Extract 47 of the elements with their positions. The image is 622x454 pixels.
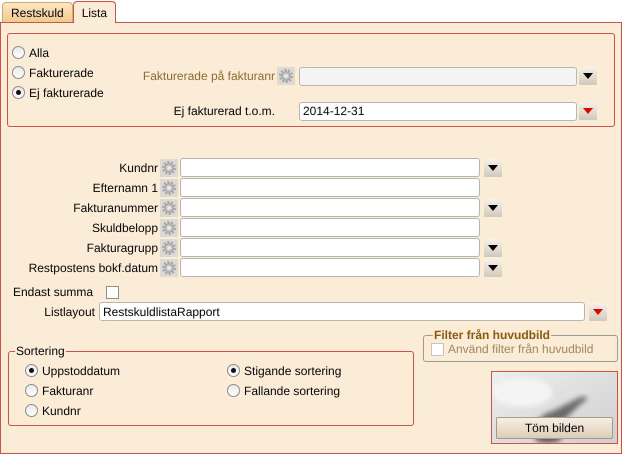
group-title: Filter från huvudbild (433, 328, 551, 342)
input-field[interactable]: RestskuldlistaRapport (99, 302, 585, 321)
radio-button[interactable]: Fakturerade (12, 64, 137, 81)
gear-icon[interactable] (160, 158, 178, 176)
clear-image-button[interactable]: Töm bilden (496, 417, 613, 439)
input-field[interactable]: 2014-12-31 (299, 102, 577, 120)
field-label: Fakturanummer (72, 200, 158, 214)
radio-button[interactable]: Kundnr (25, 402, 211, 419)
gear-icon[interactable] (160, 258, 178, 276)
gear-icon[interactable] (160, 238, 178, 256)
tab[interactable]: Restskuld (2, 2, 73, 22)
caret-icon (488, 204, 498, 210)
radio-button[interactable]: Fakturanr (25, 382, 211, 399)
input-field[interactable] (180, 158, 480, 177)
input-field[interactable] (180, 258, 480, 277)
input-field[interactable] (180, 238, 480, 257)
group-title: Sortering (15, 344, 66, 358)
dropdown-button[interactable] (484, 158, 502, 176)
checkbox[interactable] (106, 286, 120, 298)
dropdown-button[interactable] (484, 238, 502, 256)
radio-button[interactable]: Stigande sortering (227, 362, 413, 379)
gear-icon[interactable] (160, 198, 178, 216)
radio-button[interactable]: Ej fakturerade (12, 84, 137, 101)
field-label: Skuldbelopp (90, 220, 158, 234)
radio-button[interactable]: Uppstoddatum (25, 362, 211, 379)
dropdown-button[interactable] (484, 258, 502, 276)
gear-icon[interactable] (160, 218, 178, 236)
field-label: Efternamn 1 (92, 180, 158, 194)
caret-icon (488, 264, 498, 270)
field-label: Kundnr (118, 160, 158, 174)
gear-icon[interactable] (160, 178, 178, 196)
field-label: Fakturagrupp (86, 240, 158, 254)
field-label: Ej fakturerad t.o.m. (172, 104, 275, 118)
radio-button[interactable]: Alla (12, 44, 137, 61)
caret-icon (488, 164, 498, 170)
dropdown-button[interactable] (579, 67, 597, 85)
tab[interactable]: Lista (72, 1, 116, 23)
field-label: Fakturerade på fakturanr (142, 69, 275, 83)
field-label: Endast summa (13, 285, 94, 299)
input-field[interactable] (180, 218, 480, 237)
field-label: Listlayout (43, 304, 95, 318)
dropdown-button[interactable] (484, 198, 502, 216)
input-field[interactable] (180, 198, 480, 217)
caret-icon (488, 244, 498, 250)
field-label: Restpostens bokf.datum (28, 260, 158, 274)
input-field[interactable] (180, 178, 480, 197)
radio-button[interactable]: Fallande sortering (227, 382, 413, 399)
